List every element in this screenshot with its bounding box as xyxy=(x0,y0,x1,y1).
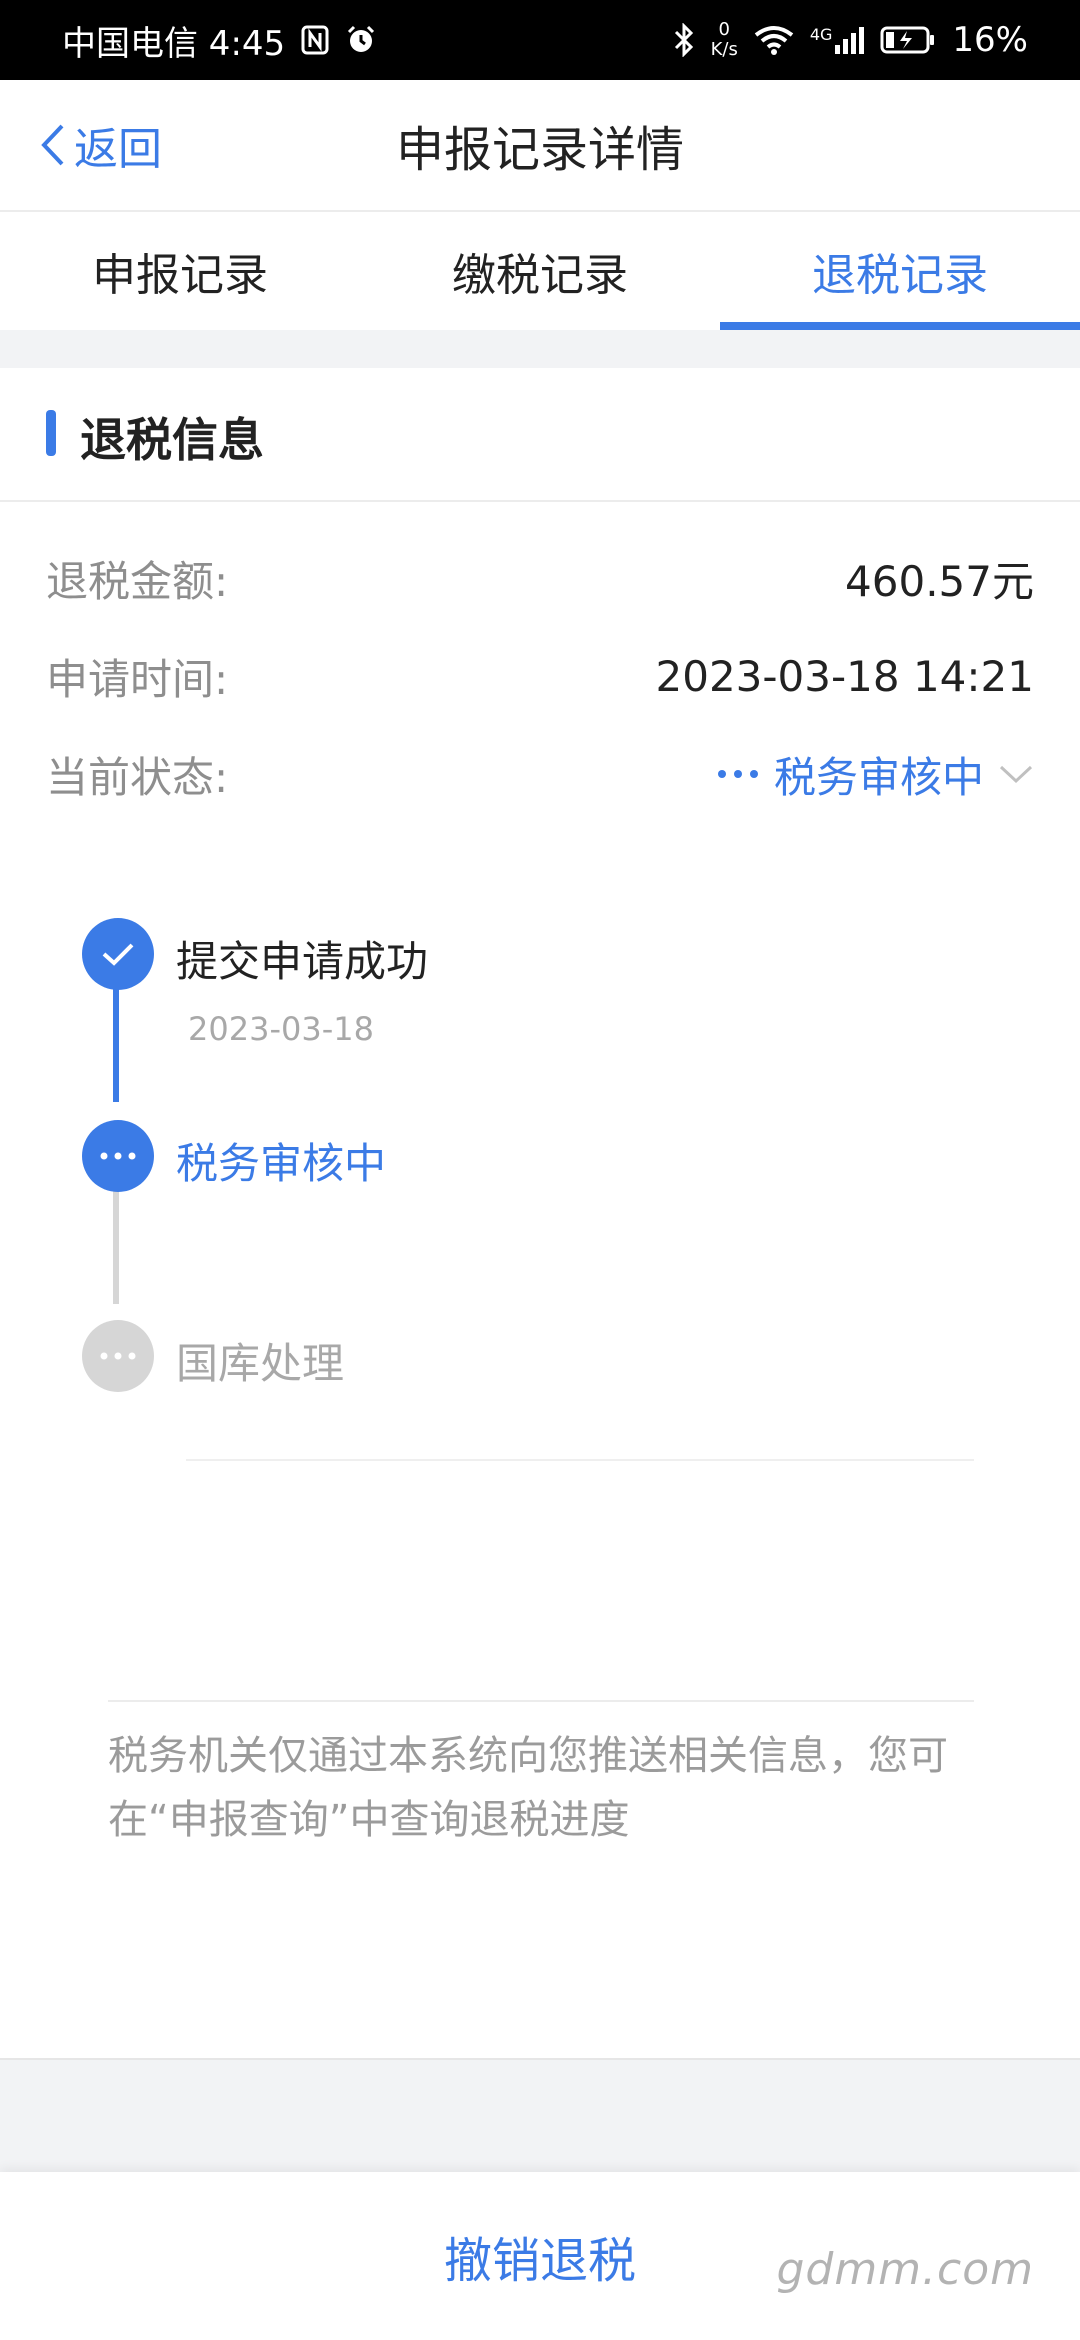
timeline-node-done xyxy=(82,918,154,990)
amount-value: 460.57元 xyxy=(845,556,1034,606)
divider xyxy=(108,1700,974,1702)
status-left: 中国电信 4:45 xyxy=(62,16,377,65)
network-type: 4G xyxy=(809,25,833,44)
alarm-icon xyxy=(345,24,377,56)
timeline-step-1-date: 2023-03-18 xyxy=(188,1010,374,1048)
back-button[interactable]: 返回 xyxy=(40,108,162,182)
notice-text: 税务机关仅通过本系统向您推送相关信息，您可在“申报查询”中查询退税进度 xyxy=(108,1733,948,1843)
timeline-step-1-label: 提交申请成功 xyxy=(176,937,429,986)
timeline-step-3-label: 国库处理 xyxy=(176,1339,345,1388)
status-bar: 中国电信 4:45 0 K/s 4G 16% xyxy=(0,0,1080,80)
battery-icon xyxy=(880,25,936,55)
nfc-icon xyxy=(301,25,329,55)
carrier-time: 中国电信 4:45 xyxy=(62,23,286,64)
watermark: gdmm.com xyxy=(776,2244,1034,2295)
tab-refund-record[interactable]: 退税记录 xyxy=(720,212,1080,330)
section-header: 退税信息 xyxy=(0,368,1080,502)
info-row-time: 申请时间: 2023-03-18 14:21 xyxy=(46,636,1034,716)
signal-icon: 4G xyxy=(810,25,865,55)
bottom-spacer xyxy=(0,2058,1080,2174)
tab-declaration-record[interactable]: 申报记录 xyxy=(0,212,360,330)
bluetooth-icon xyxy=(673,23,695,57)
timeline-step-2-label: 税务审核中 xyxy=(176,1139,387,1188)
time-value: 2023-03-18 14:21 xyxy=(655,651,1034,701)
status-value: 税务审核中 xyxy=(773,752,984,802)
timeline-node-pending xyxy=(82,1320,154,1392)
battery-percent: 16% xyxy=(952,20,1028,60)
dots-icon xyxy=(100,1352,136,1360)
network-speed: 0 K/s xyxy=(711,20,738,60)
speed-unit: K/s xyxy=(710,39,738,60)
divider xyxy=(186,1459,974,1461)
check-icon xyxy=(101,941,135,967)
dots-icon xyxy=(100,1152,136,1160)
status-label: 当前状态: xyxy=(46,752,229,802)
speed-value: 0 xyxy=(718,19,730,40)
wifi-icon xyxy=(754,25,794,55)
info-row-amount: 退税金额: 460.57元 xyxy=(46,538,1034,618)
time-label: 申请时间: xyxy=(46,654,229,704)
back-label: 返回 xyxy=(74,124,162,175)
section-spacer xyxy=(0,330,1080,368)
tab-payment-record[interactable]: 缴税记录 xyxy=(360,212,720,330)
progress-timeline: 提交申请成功 2023-03-18 税务审核中 国库处理 xyxy=(0,900,1080,1420)
info-row-status: 当前状态: 税务审核中 xyxy=(46,734,1034,814)
page-title: 申报记录详情 xyxy=(395,122,684,178)
section-title: 退税信息 xyxy=(80,413,264,467)
status-right: 0 K/s 4G 16% xyxy=(673,20,1028,60)
status-dropdown[interactable]: 税务审核中 xyxy=(716,744,1034,805)
section-accent-bar xyxy=(46,410,56,456)
amount-label: 退税金额: xyxy=(46,556,229,606)
dots-icon xyxy=(716,768,760,780)
chevron-left-icon xyxy=(40,123,66,167)
nav-bar: 申报记录详情 返回 xyxy=(0,80,1080,212)
chevron-down-icon xyxy=(998,763,1034,785)
tab-bar: 申报记录 缴税记录 退税记录 xyxy=(0,212,1080,330)
timeline-node-current xyxy=(82,1120,154,1192)
